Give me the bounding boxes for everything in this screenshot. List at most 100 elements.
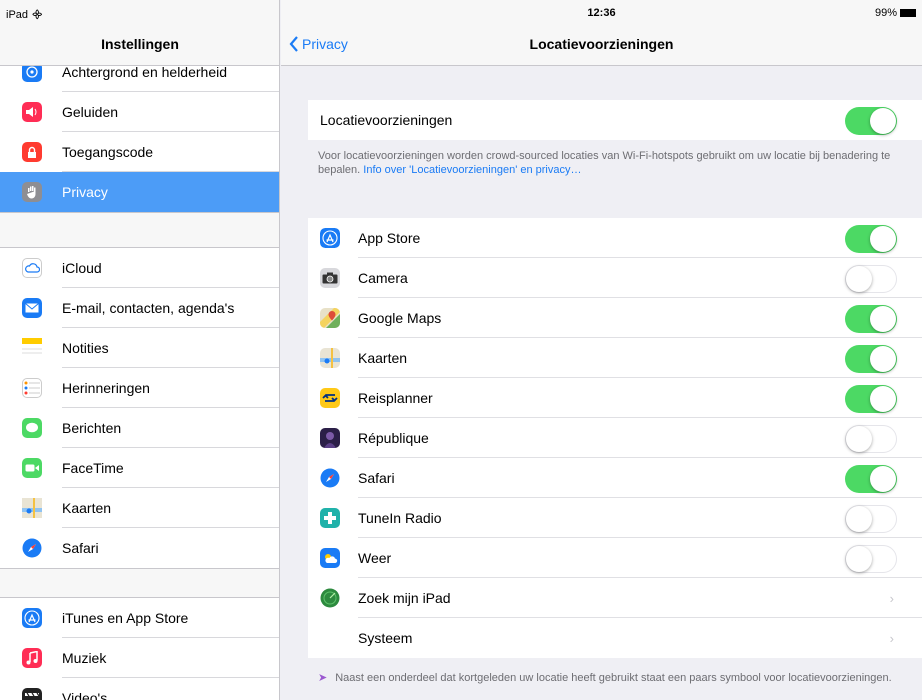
sidebar-item-label: iCloud — [62, 260, 102, 276]
mail-icon — [22, 298, 42, 318]
sidebar-item-geluiden[interactable]: Geluiden — [0, 92, 279, 132]
app-label: Weer — [358, 550, 392, 566]
sound-icon — [22, 102, 42, 122]
sidebar-group-accounts: iCloud E-mail, contacten, agenda's Notitie… — [0, 247, 279, 569]
sidebar-item-label: Video's — [62, 690, 108, 700]
link-row-systeem[interactable]: Systeem › — [308, 618, 922, 658]
link-label: Systeem — [358, 630, 413, 646]
safari-icon — [320, 468, 340, 488]
hand-icon — [22, 182, 42, 202]
sidebar-item-label: Geluiden — [62, 104, 119, 120]
app-row-kaarten: Kaarten — [308, 338, 922, 378]
chevron-right-icon: › — [889, 631, 894, 646]
app-label: Kaarten — [358, 350, 408, 366]
safari-icon — [22, 538, 42, 558]
sidebar-item-label: Herinneringen — [62, 380, 150, 396]
sidebar-item-safari[interactable]: Safari — [0, 528, 279, 568]
sidebar-group-general: Achtergrond en helderheid Geluiden Toegang… — [0, 52, 279, 213]
wifi-icon: ᯽ — [31, 9, 44, 21]
sidebar-item-berichten[interactable]: Berichten — [0, 408, 279, 448]
location-services-toggle[interactable] — [845, 107, 897, 135]
location-master-group: Locatievoorzieningen — [308, 100, 922, 140]
sidebar-item-label: Privacy — [62, 184, 108, 200]
appstore-icon — [22, 608, 42, 628]
link-label: Zoek mijn iPad — [358, 590, 451, 606]
sidebar-item-facetime[interactable]: FaceTime — [0, 448, 279, 488]
cloud-icon — [22, 258, 42, 278]
purple-arrow-footnote: ➤ Naast een onderdeel dat kortgeleden uw… — [318, 672, 892, 684]
sidebar-item-privacy[interactable]: Privacy — [0, 172, 279, 212]
app-label: République — [358, 430, 429, 446]
sidebar-item-label: Notities — [62, 340, 109, 356]
tunein-icon — [320, 508, 340, 528]
location-toggle[interactable] — [845, 465, 897, 493]
video-icon — [22, 688, 42, 700]
googlemaps-icon — [320, 308, 340, 328]
location-footnote: Voor locatievoorzieningen worden crowd-s… — [318, 150, 891, 176]
sidebar-item-video-s[interactable]: Video's — [0, 678, 279, 700]
app-row-reisplanner: Reisplanner — [308, 378, 922, 418]
sidebar-item-label: Kaarten — [62, 500, 112, 516]
location-toggle[interactable] — [845, 385, 897, 413]
app-label: Reisplanner — [358, 390, 433, 406]
sidebar-item-label: Berichten — [62, 420, 122, 436]
location-toggle[interactable] — [845, 505, 897, 533]
maps-icon — [320, 348, 340, 368]
back-button[interactable]: Privacy — [289, 36, 348, 52]
sidebar-item-icloud[interactable]: iCloud — [0, 248, 279, 288]
republique-icon — [320, 428, 340, 448]
maps-icon — [22, 498, 42, 518]
music-icon — [22, 648, 42, 668]
sidebar-item-label: Muziek — [62, 650, 107, 666]
settings-sidebar: iPad ᯽ Instellingen Achtergrond en helde… — [0, 0, 280, 700]
location-arrow-icon: ➤ — [318, 672, 328, 684]
sidebar-item-notities[interactable]: Notities — [0, 328, 279, 368]
sidebar-item-label: Toegangscode — [62, 144, 154, 160]
chevron-right-icon: › — [889, 591, 894, 606]
app-label: Safari — [358, 470, 395, 486]
main-header: 12:36 99% Locatievoorzieningen Privacy — [281, 0, 922, 66]
facetime-icon — [22, 458, 42, 478]
battery-icon — [900, 9, 916, 17]
app-label: Google Maps — [358, 310, 442, 326]
sidebar-item-toegangscode[interactable]: Toegangscode — [0, 132, 279, 172]
link-row-zoek-mijn-ipad[interactable]: Zoek mijn iPad › — [308, 578, 922, 618]
location-toggle[interactable] — [845, 225, 897, 253]
sidebar-item-kaarten[interactable]: Kaarten — [0, 488, 279, 528]
reminders-icon — [22, 378, 42, 398]
app-label: App Store — [358, 230, 421, 246]
sidebar-item-herinneringen[interactable]: Herinneringen — [0, 368, 279, 408]
findmy-icon — [320, 588, 340, 608]
ns-icon — [320, 388, 340, 408]
location-toggle[interactable] — [845, 545, 897, 573]
notes-icon — [22, 338, 42, 358]
lock-icon — [22, 142, 42, 162]
app-label: Camera — [358, 270, 408, 286]
sidebar-item-label: E-mail, contacten, agenda's — [62, 300, 235, 316]
messages-icon — [22, 418, 42, 438]
app-list-group: App Store Camera Google Maps Kaarten Reispla… — [308, 218, 922, 658]
chevron-left-icon — [289, 36, 298, 52]
location-services-label: Locatievoorzieningen — [320, 112, 453, 128]
location-toggle[interactable] — [845, 345, 897, 373]
sidebar-title: Instellingen — [101, 36, 179, 52]
app-row-safari: Safari — [308, 458, 922, 498]
app-row-weer: Weer — [308, 538, 922, 578]
sidebar-item-e-mail-contacten-agenda-s[interactable]: E-mail, contacten, agenda's — [0, 288, 279, 328]
location-toggle[interactable] — [845, 425, 897, 453]
status-battery: 99% — [875, 7, 916, 19]
sidebar-group-media: iTunes en App Store Muziek Video's — [0, 597, 279, 700]
sidebar-item-muziek[interactable]: Muziek — [0, 638, 279, 678]
app-row-r-publique: République — [308, 418, 922, 458]
sidebar-item-itunes-en-app-store[interactable]: iTunes en App Store — [0, 598, 279, 638]
app-row-camera: Camera — [308, 258, 922, 298]
sidebar-item-label: Safari — [62, 540, 99, 556]
camera-icon — [320, 268, 340, 288]
app-label: TuneIn Radio — [358, 510, 442, 526]
location-toggle[interactable] — [845, 305, 897, 333]
appstore-icon — [320, 228, 340, 248]
location-toggle[interactable] — [845, 265, 897, 293]
location-privacy-link[interactable]: Info over 'Locatievoorzieningen' en priv… — [363, 164, 581, 176]
app-row-app-store: App Store — [308, 218, 922, 258]
page-title: Locatievoorzieningen — [529, 36, 674, 52]
